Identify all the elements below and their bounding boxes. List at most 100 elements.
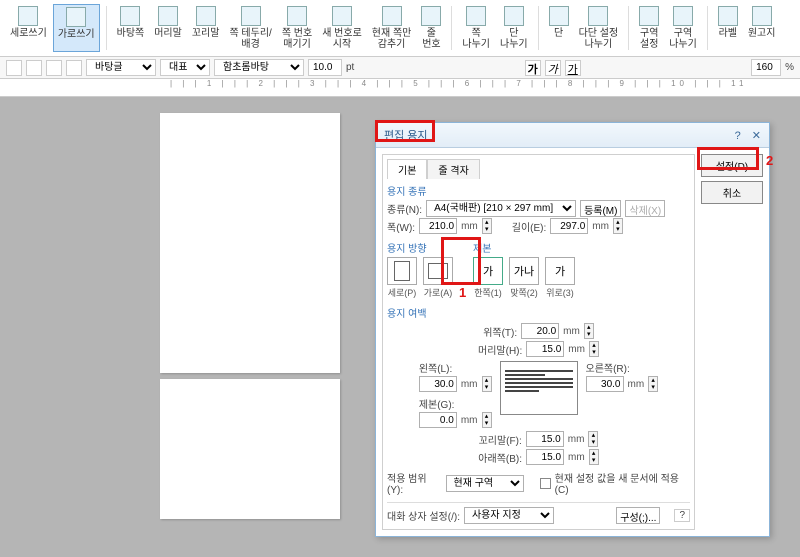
margin-preview — [500, 361, 578, 415]
ribbon-item-column-break[interactable]: 단 나누기 — [496, 4, 532, 52]
label-icon — [718, 6, 738, 26]
paper-width-input[interactable] — [419, 218, 457, 234]
dialog-tabs: 기본 줄 격자 — [387, 159, 690, 179]
ribbon-item-columns[interactable]: 단 — [545, 4, 573, 52]
ribbon-item-horizontal-write[interactable]: 가로쓰기 — [53, 4, 100, 52]
ribbon-item-footer[interactable]: 꼬리말 — [188, 4, 224, 52]
binding-up[interactable]: 가위로(3) — [545, 257, 575, 299]
underline-btn[interactable]: 가 — [565, 60, 581, 76]
new-number-icon — [332, 6, 352, 26]
margins-label: 용지 여백 — [387, 305, 690, 320]
style-select[interactable]: 바탕글 — [86, 59, 156, 76]
binding-one[interactable]: 가한쪽(1) — [473, 257, 503, 299]
italic-btn[interactable]: 가 — [545, 60, 561, 76]
tab-grid[interactable]: 줄 격자 — [427, 159, 479, 179]
font-size[interactable] — [308, 59, 342, 76]
binding-two[interactable]: 가나맞쪽(2) — [509, 257, 539, 299]
ribbon-item-master-page[interactable]: 바탕쪽 — [113, 4, 149, 52]
margin-top-input[interactable] — [521, 323, 559, 339]
zoom-input[interactable] — [751, 59, 781, 76]
paper-kind-label: 용지 종류 — [387, 183, 690, 198]
tb-btn[interactable] — [6, 60, 22, 76]
ribbon-item-vertical-write[interactable]: 세로쓰기 — [6, 4, 51, 52]
ribbon-item-header[interactable]: 머리말 — [150, 4, 186, 52]
spinner-icon[interactable]: ▴▾ — [482, 218, 492, 234]
page[interactable] — [160, 113, 340, 373]
ribbon-item-section-setup[interactable]: 구역 설정 — [635, 4, 663, 52]
rep-select[interactable]: 대표 — [160, 59, 210, 76]
tb-btn[interactable] — [66, 60, 82, 76]
font-select[interactable]: 함초롬바탕 — [214, 59, 304, 76]
apply-new-doc-checkbox[interactable] — [540, 478, 551, 489]
ribbon: 세로쓰기 가로쓰기 바탕쪽 머리말 꼬리말 쪽 테두리/ 배경 쪽 번호 매기기… — [0, 0, 800, 57]
footer-icon — [196, 6, 216, 26]
margin-footer-input[interactable] — [526, 431, 564, 447]
ribbon-item-line-number[interactable]: 줄 번호 — [417, 4, 445, 52]
margin-gutter-input[interactable] — [419, 412, 457, 428]
orient-landscape[interactable]: 가로(A) — [423, 257, 453, 299]
ribbon-item-manuscript[interactable]: 원고지 — [744, 4, 780, 52]
line-number-icon — [421, 6, 441, 26]
spinner-icon[interactable]: ▴▾ — [613, 218, 623, 234]
orientation-label: 용지 방향 — [387, 240, 453, 255]
bold-btn[interactable]: 가 — [525, 60, 541, 76]
page[interactable] — [160, 379, 340, 519]
dialog-title: 편집 용지 — [384, 127, 428, 143]
margin-bottom-input[interactable] — [526, 449, 564, 465]
spinner-icon[interactable]: ▴▾ — [589, 449, 599, 465]
ribbon-item-page-number[interactable]: 쪽 번호 매기기 — [278, 4, 316, 52]
hide-page-icon — [382, 6, 402, 26]
page-setup-dialog: 편집 용지 ? ✕ 기본 줄 격자 용지 종류 종류(N): A4(국배판) [… — [375, 122, 770, 537]
tab-basic[interactable]: 기본 — [387, 159, 427, 179]
spinner-icon[interactable]: ▴▾ — [589, 341, 599, 357]
help-icon[interactable]: ? — [735, 130, 741, 142]
ribbon-item-new-number[interactable]: 새 번호로 시작 — [318, 4, 366, 52]
binding-label: 제본 — [473, 240, 575, 255]
delete-button: 삭제(X) — [625, 200, 665, 217]
spinner-icon[interactable]: ▴▾ — [482, 412, 492, 428]
spinner-icon[interactable]: ▴▾ — [482, 376, 492, 392]
orient-portrait[interactable]: 세로(P) — [387, 257, 417, 299]
ribbon-item-page-border[interactable]: 쪽 테두리/ 배경 — [225, 4, 275, 52]
vertical-write-icon — [18, 6, 38, 26]
ok-button[interactable]: 설정(D) — [701, 154, 763, 177]
paper-type-select[interactable]: A4(국배판) [210 × 297 mm] — [426, 200, 576, 217]
tb-btn[interactable] — [46, 60, 62, 76]
spinner-icon[interactable]: ▴▾ — [588, 431, 598, 447]
paper-height-input[interactable] — [550, 218, 588, 234]
spinner-icon[interactable]: ▴▾ — [584, 323, 594, 339]
section-break-icon — [673, 6, 693, 26]
ribbon-item-label[interactable]: 라벨 — [714, 4, 742, 52]
manuscript-icon — [752, 6, 772, 26]
tb-btn[interactable] — [26, 60, 42, 76]
dialog-titlebar: 편집 용지 ? ✕ — [376, 123, 769, 148]
close-icon[interactable]: ✕ — [752, 130, 761, 142]
margin-header-input[interactable] — [526, 341, 564, 357]
margin-left-input[interactable] — [419, 376, 457, 392]
preset-select[interactable]: 사용자 지정 — [464, 507, 554, 524]
page-border-icon — [241, 6, 261, 26]
spinner-icon[interactable]: ▴▾ — [648, 376, 658, 392]
page-break-icon — [466, 6, 486, 26]
multi-column-icon — [588, 6, 608, 26]
master-page-icon — [120, 6, 140, 26]
compose-button[interactable]: 구성(;)... — [616, 507, 660, 524]
ribbon-item-multi-column[interactable]: 다단 설정 나누기 — [575, 4, 623, 52]
horizontal-ruler: | | | 1 | | | 2 | | | 3 | | | 4 | | | 5 … — [0, 79, 800, 97]
margin-right-input[interactable] — [586, 376, 624, 392]
ribbon-item-hide-page[interactable]: 현재 쪽만 감추기 — [368, 4, 416, 52]
section-setup-icon — [639, 6, 659, 26]
columns-icon — [549, 6, 569, 26]
ribbon-item-section-break[interactable]: 구역 나누기 — [665, 4, 701, 52]
annotation-number: 1 — [459, 285, 466, 300]
cancel-button[interactable]: 취소 — [701, 181, 763, 204]
header-icon — [158, 6, 178, 26]
register-button[interactable]: 등록(M) — [580, 200, 621, 217]
column-break-icon — [504, 6, 524, 26]
scope-select[interactable]: 현재 구역 — [446, 475, 525, 492]
annotation-number: 2 — [766, 153, 773, 168]
help-icon[interactable]: ? — [674, 509, 690, 522]
page-number-icon — [287, 6, 307, 26]
format-toolbar: 바탕글 대표 함초롬바탕 pt 가 가 가 % — [0, 57, 800, 79]
ribbon-item-page-break[interactable]: 쪽 나누기 — [458, 4, 494, 52]
